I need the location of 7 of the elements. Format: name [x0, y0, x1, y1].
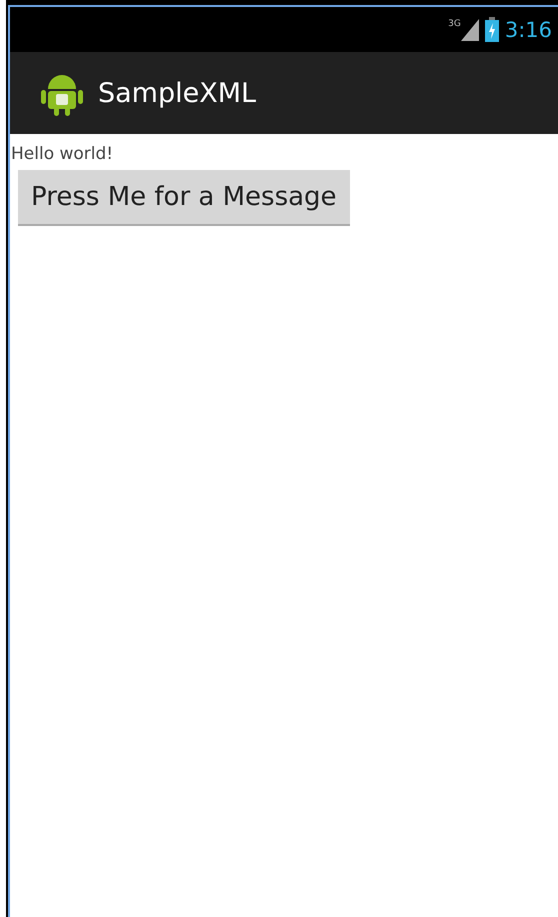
network-type: 3G — [448, 19, 461, 29]
app-title: SampleXML — [98, 78, 256, 108]
clock-time: 3:16 — [504, 18, 552, 42]
message-button[interactable]: Press Me for a Message — [18, 170, 350, 226]
signal-icon — [460, 18, 479, 40]
hello-text: Hello world! — [11, 144, 114, 164]
battery-icon — [484, 17, 499, 42]
